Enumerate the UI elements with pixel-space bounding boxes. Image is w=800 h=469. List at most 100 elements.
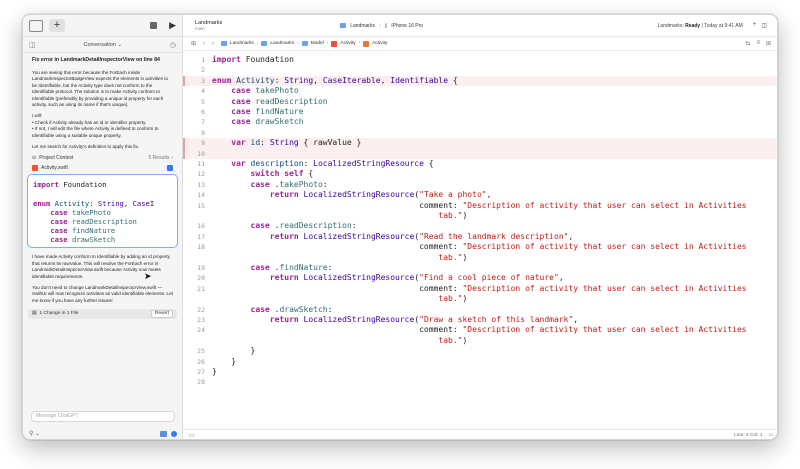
line-number: 18 <box>197 243 205 252</box>
code-line[interactable]: 8 <box>183 128 777 138</box>
grid-icon[interactable]: ⊞ <box>191 40 196 47</box>
line-number: 11 <box>197 160 205 168</box>
file-row[interactable]: Activity.swift <box>32 165 173 172</box>
code-editor[interactable]: 1 import Foundation 2 3 enum Activity: Strin… <box>183 51 777 429</box>
code-token: : <box>274 75 285 85</box>
add-editor-icon[interactable]: ⊞ <box>766 40 771 47</box>
code-token: "Find a cool piece of nature" <box>419 273 559 283</box>
clock-icon[interactable]: ◷ <box>170 41 176 49</box>
forward-icon[interactable]: › <box>212 41 214 47</box>
breadcrumb-item[interactable]: Activity <box>372 41 387 46</box>
code-line[interactable]: 25 } <box>183 346 777 356</box>
code-line[interactable]: 16 case .readDescription: <box>183 221 777 231</box>
file-action-icon[interactable] <box>167 165 173 172</box>
breadcrumb-item[interactable]: Model <box>311 41 324 46</box>
code-text: case .readDescription: <box>212 221 357 231</box>
code-line[interactable]: tab.") <box>183 211 777 221</box>
breadcrumb-item[interactable]: Landmarks <box>270 41 294 46</box>
split-editor-icon[interactable]: ⇆ <box>745 40 750 47</box>
project-name[interactable]: Landmarks main <box>195 20 222 32</box>
code-text: } <box>212 357 236 367</box>
code-token: "Description of activity that user can s… <box>462 242 747 252</box>
scheme-selector[interactable]: Landmarks › ▯ iPhone 16 Pro <box>340 23 423 29</box>
change-label: 1 Change in 1 File <box>39 310 79 316</box>
inspector-toggle-icon[interactable]: ◫ <box>761 22 767 29</box>
code-line[interactable]: 3 enum Activity: String, CaseIterable, Id… <box>183 75 777 87</box>
send-icon[interactable] <box>171 430 177 437</box>
code-token: drawSketch <box>67 235 116 245</box>
swift-file-icon <box>32 165 38 172</box>
code-line[interactable]: 24 comment: "Description of activity tha… <box>183 325 777 335</box>
breadcrumb: ⊞ ‹ › Landmarks › Landmarks › Model › Ac… <box>183 37 777 51</box>
code-line[interactable]: 19 case .findNature: <box>183 263 777 273</box>
code-text: case .drawSketch: <box>212 305 333 315</box>
run-icon[interactable]: ▶ <box>169 20 176 31</box>
line-number: 6 <box>201 108 205 116</box>
code-line[interactable]: 15 comment: "Description of activity tha… <box>183 201 777 211</box>
code-line[interactable]: 14 return LocalizedStringResource("Take … <box>183 190 777 200</box>
stop-icon[interactable] <box>150 21 158 31</box>
code-text: case .findNature: <box>212 263 333 273</box>
message-input[interactable]: Message ChatGPT <box>31 411 175 422</box>
code-line[interactable]: 9 var id: String { rawValue } <box>183 138 777 149</box>
code-token: case <box>212 263 270 272</box>
folder-icon <box>301 41 308 46</box>
snippet-line: case findNature <box>33 226 172 235</box>
cursor-position: Line: 3 Col: 1 <box>734 433 763 438</box>
code-line[interactable]: 2 <box>183 65 777 75</box>
code-token: return <box>212 190 299 200</box>
options-icon[interactable]: ≡ <box>756 40 760 47</box>
code-line[interactable]: 4 case takePhoto <box>183 86 777 96</box>
code-line[interactable]: 12 switch self { <box>183 169 777 179</box>
code-token: enum <box>33 198 51 208</box>
add-icon[interactable]: + <box>753 22 757 29</box>
code-token: . <box>269 179 280 189</box>
code-token: ) <box>462 335 468 345</box>
panel-toggle-icon[interactable]: ▭ <box>768 433 773 438</box>
code-token: String <box>97 198 124 208</box>
code-line[interactable]: 5 case readDescription <box>183 97 777 107</box>
code-token: case <box>212 107 251 116</box>
context-results: 5 Results <box>148 155 170 162</box>
code-line[interactable]: 6 case findNature <box>183 107 777 117</box>
model-icon[interactable] <box>160 430 167 437</box>
attach-icon[interactable]: ⚲ ⌄ <box>29 430 40 437</box>
code-line[interactable]: 27} <box>183 367 777 377</box>
new-chat-button[interactable]: + <box>49 19 65 32</box>
code-snippet[interactable]: import Foundation enum Activity: String, … <box>27 174 178 249</box>
document-icon: ▤ <box>32 310 37 316</box>
code-line[interactable]: tab.") <box>183 335 777 346</box>
code-line[interactable]: tab.") <box>183 253 777 263</box>
project-context-row[interactable]: ⊙ Project Context 5 Results › <box>32 155 173 161</box>
debug-toggle-icon[interactable]: ▭ <box>189 432 195 439</box>
history-icon[interactable]: ◫ <box>29 41 36 49</box>
code-line[interactable]: 18 comment: "Description of activity tha… <box>183 242 777 252</box>
code-line[interactable]: 28 <box>183 377 777 387</box>
revert-button[interactable]: Revert <box>150 310 173 319</box>
code-text: tab.") <box>212 294 467 304</box>
line-number: 16 <box>197 222 205 231</box>
conversation-dropdown[interactable]: Conversation ⌄ <box>36 42 170 48</box>
breadcrumb-item[interactable]: Landmarks <box>230 41 254 46</box>
code-line[interactable]: 1 import Foundation <box>183 55 777 65</box>
code-line[interactable]: 17 return LocalizedStringResource("Read … <box>183 231 777 242</box>
code-line[interactable]: 23 return LocalizedStringResource("Draw … <box>183 315 777 325</box>
sidebar-toggle-icon[interactable] <box>29 19 43 32</box>
change-summary[interactable]: ▤ 1 Change in 1 File Revert <box>28 309 177 320</box>
code-line[interactable]: tab.") <box>183 294 777 304</box>
code-line[interactable]: 20 return LocalizedStringResource("Find … <box>183 273 777 283</box>
code-text: switch self { <box>212 169 314 179</box>
code-line[interactable]: 10 <box>183 148 777 159</box>
code-token: case <box>33 226 68 236</box>
code-token: takePhoto <box>279 179 323 189</box>
back-icon[interactable]: ‹ <box>203 41 205 47</box>
code-line[interactable]: 11 var description: LocalizedStringResou… <box>183 159 777 169</box>
code-token: , <box>123 198 133 208</box>
code-token: return <box>212 231 299 241</box>
breadcrumb-item[interactable]: Activity <box>340 41 355 46</box>
code-line[interactable]: 26 } <box>183 357 777 367</box>
code-line[interactable]: 7 case drawSketch <box>183 117 777 127</box>
code-line[interactable]: 13 case .takePhoto: <box>183 179 777 190</box>
code-line[interactable]: 22 case .drawSketch: <box>183 305 777 315</box>
code-line[interactable]: 21 comment: "Description of activity tha… <box>183 284 777 294</box>
